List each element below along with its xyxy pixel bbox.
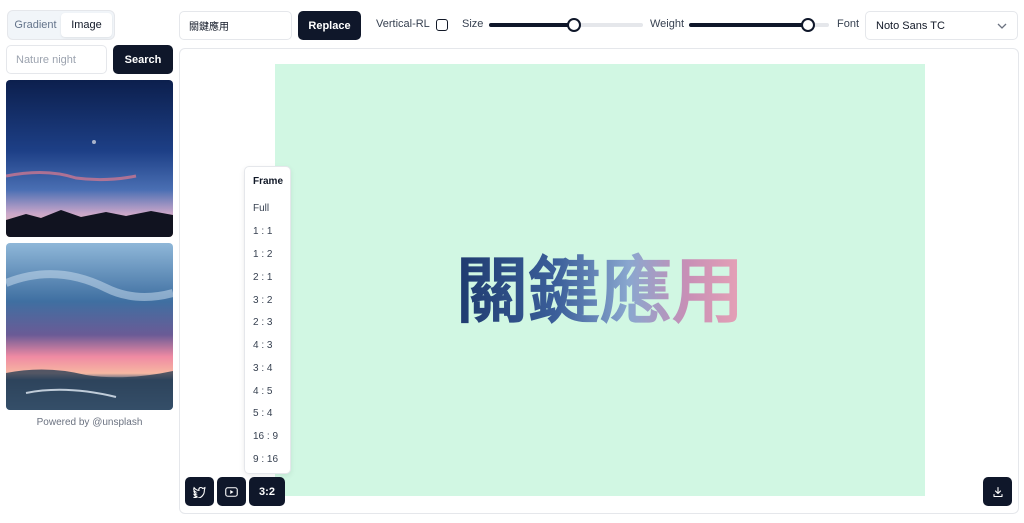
frame-option[interactable]: Full <box>253 203 269 214</box>
vertical-rl-checkbox[interactable] <box>436 19 448 31</box>
size-slider[interactable] <box>489 18 643 32</box>
size-slider-fill <box>489 23 574 27</box>
chevron-down-icon <box>997 23 1007 29</box>
search-input[interactable] <box>6 45 107 74</box>
frame-option[interactable]: 5 : 4 <box>253 408 272 419</box>
frame-menu: Frame Full 1 : 1 1 : 2 2 : 1 3 : 2 2 : 3… <box>244 166 291 474</box>
text-input[interactable] <box>179 11 292 40</box>
weight-slider-knob[interactable] <box>801 18 815 32</box>
youtube-icon <box>225 486 238 497</box>
frame-option[interactable]: 3 : 4 <box>253 363 272 374</box>
twitter-icon <box>193 486 206 498</box>
download-icon <box>992 486 1003 497</box>
size-slider-knob[interactable] <box>566 18 581 32</box>
art-text-graphic: 關鍵應用 <box>456 249 744 333</box>
font-select[interactable]: Noto Sans TC <box>865 11 1018 40</box>
frame-menu-title: Frame <box>253 176 284 187</box>
art-text: 關鍵應用 <box>456 249 744 333</box>
frame-option[interactable]: 2 : 1 <box>253 272 272 283</box>
unsplash-credit: Powered by @unsplash <box>36 417 143 428</box>
frame-option[interactable]: 1 : 1 <box>253 226 272 237</box>
twitter-share-button[interactable] <box>185 477 214 506</box>
artboard: 關鍵應用 <box>275 64 925 496</box>
font-label: Font <box>837 18 860 30</box>
replace-button[interactable]: Replace <box>298 11 361 40</box>
tab-gradient[interactable]: Gradient <box>10 13 61 37</box>
source-tabs: Gradient Image <box>7 10 115 40</box>
frame-option[interactable]: 1 : 2 <box>253 249 272 260</box>
frame-option[interactable]: 4 : 5 <box>253 386 272 397</box>
size-label: Size <box>462 18 484 30</box>
vertical-rl-label: Vertical-RL <box>376 18 430 30</box>
frame-option[interactable]: 4 : 3 <box>253 340 272 351</box>
frame-option[interactable]: 2 : 3 <box>253 317 272 328</box>
download-button[interactable] <box>983 477 1012 506</box>
image-result-night-sky[interactable] <box>6 80 173 237</box>
weight-slider[interactable] <box>689 18 829 32</box>
frame-ratio-button[interactable]: 3:2 <box>249 477 285 506</box>
weight-slider-fill <box>689 23 808 27</box>
frame-option[interactable]: 9 : 16 <box>253 454 278 465</box>
image-result-beach-sunset[interactable] <box>6 243 173 410</box>
weight-label: Weight <box>650 18 685 30</box>
youtube-button[interactable] <box>217 477 246 506</box>
frame-option[interactable]: 3 : 2 <box>253 295 272 306</box>
tab-image[interactable]: Image <box>61 13 112 37</box>
font-select-value: Noto Sans TC <box>876 19 945 32</box>
search-button[interactable]: Search <box>113 45 173 74</box>
frame-option[interactable]: 16 : 9 <box>253 431 278 442</box>
